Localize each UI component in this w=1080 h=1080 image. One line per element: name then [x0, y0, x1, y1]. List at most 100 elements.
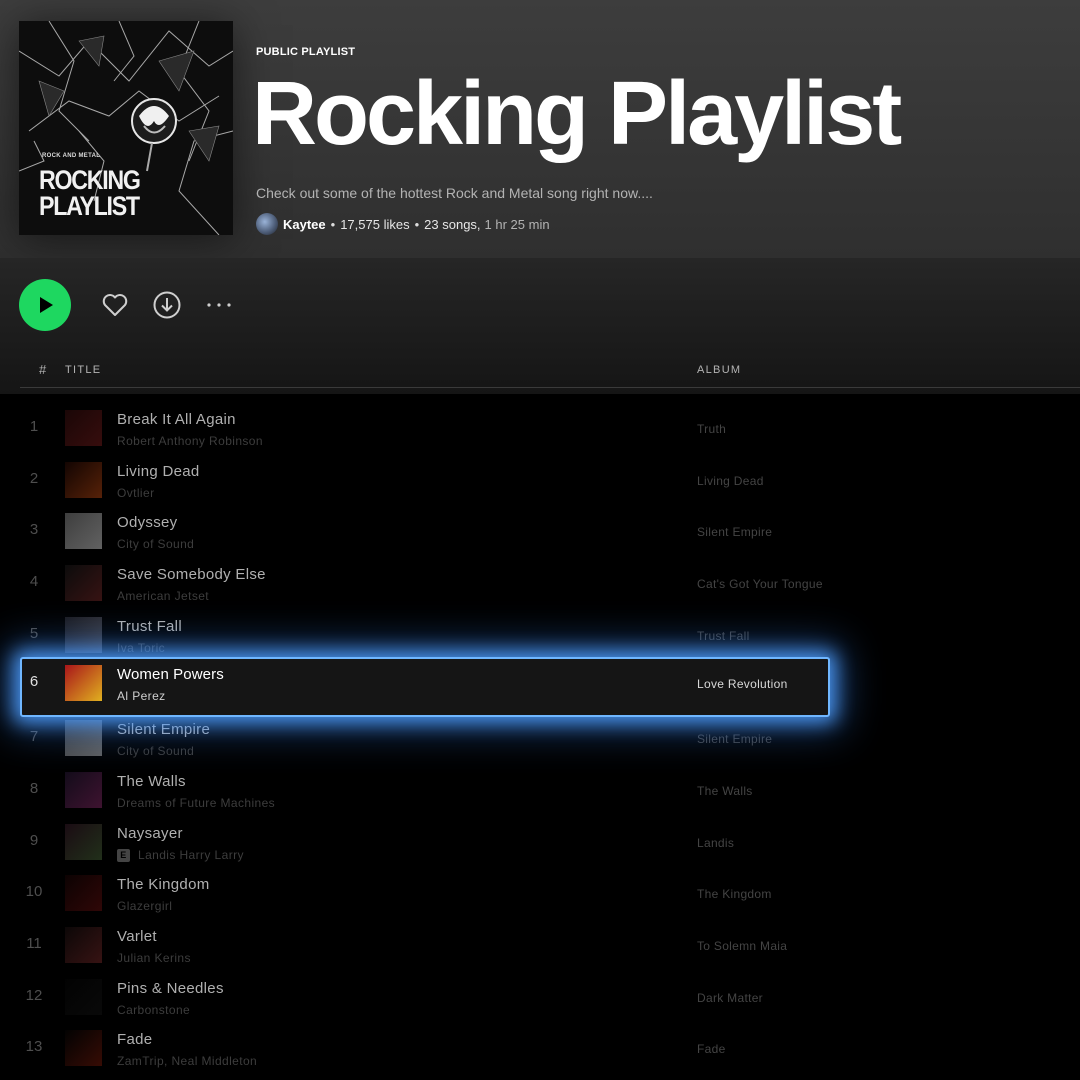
track-title[interactable]: Living Dead [117, 463, 200, 480]
track-row[interactable]: 11 Varlet Julian Kerins To Solemn Maia [20, 919, 830, 971]
play-button[interactable] [19, 279, 71, 331]
track-artist[interactable]: Dreams of Future Machines [117, 796, 275, 810]
track-artist[interactable]: Julian Kerins [117, 951, 191, 965]
track-album[interactable]: Living Dead [697, 474, 764, 488]
owner-avatar[interactable] [256, 213, 278, 235]
track-artist-name[interactable]: Iva Toric [117, 641, 165, 655]
track-artist-name[interactable]: Glazergirl [117, 899, 172, 913]
track-album-art [65, 979, 102, 1015]
track-artist[interactable]: Glazergirl [117, 899, 172, 913]
track-title[interactable]: Pins & Needles [117, 980, 224, 997]
like-button[interactable] [100, 290, 130, 320]
track-title[interactable]: Odyssey [117, 514, 177, 531]
track-album-art [65, 565, 102, 601]
track-artist[interactable]: Carbonstone [117, 1003, 190, 1017]
track-row[interactable]: 3 Odyssey City of Sound Silent Empire [20, 505, 830, 557]
track-title[interactable]: The Kingdom [117, 876, 210, 893]
track-artist[interactable]: Al Perez [117, 689, 166, 703]
track-artist-name[interactable]: Robert Anthony Robinson [117, 434, 263, 448]
track-artist[interactable]: City of Sound [117, 537, 194, 551]
track-artist-name[interactable]: City of Sound [117, 744, 194, 758]
track-title[interactable]: The Walls [117, 773, 186, 790]
track-album[interactable]: Truth [697, 422, 726, 436]
likes-count: 17,575 likes [340, 216, 410, 232]
track-row[interactable]: 7 Silent Empire City of Sound Silent Empire [20, 712, 830, 764]
track-album-art [65, 410, 102, 446]
track-number: 10 [25, 883, 43, 900]
download-icon [153, 291, 181, 319]
track-row[interactable]: 13 Fade ZamTrip, Neal Middleton Fade [20, 1022, 830, 1074]
track-number: 1 [29, 418, 39, 435]
track-title[interactable]: Save Somebody Else [117, 566, 266, 583]
track-artist[interactable]: Robert Anthony Robinson [117, 434, 263, 448]
track-number: 11 [26, 935, 42, 952]
track-album[interactable]: To Solemn Maia [697, 939, 787, 953]
track-album[interactable]: Silent Empire [697, 525, 772, 539]
track-album-art [65, 617, 102, 653]
meta-separator: • [414, 216, 420, 232]
track-album[interactable]: Landis [697, 836, 734, 850]
track-artist-name[interactable]: Julian Kerins [117, 951, 191, 965]
track-album[interactable]: Dark Matter [697, 991, 763, 1005]
track-artist-name[interactable]: Al Perez [117, 689, 166, 703]
track-title[interactable]: Break It All Again [117, 411, 236, 428]
track-album[interactable]: Silent Empire [697, 732, 772, 746]
column-header-album[interactable]: ALBUM [697, 364, 741, 376]
track-title[interactable]: Trust Fall [117, 618, 182, 635]
track-row[interactable]: 12 Pins & Needles Carbonstone Dark Matter [20, 971, 830, 1023]
track-title[interactable]: Fade [117, 1031, 152, 1048]
track-row[interactable]: 8 The Walls Dreams of Future Machines The W… [20, 764, 830, 816]
track-album[interactable]: Trust Fall [697, 629, 750, 643]
more-options-button[interactable] [204, 290, 234, 320]
track-artist[interactable]: Iva Toric [117, 641, 165, 655]
track-row[interactable]: 1 Break It All Again Robert Anthony Robins… [20, 402, 830, 454]
cover-kicker: ROCK AND METAL [42, 153, 101, 159]
track-artist-name[interactable]: Landis Harry Larry [138, 848, 244, 862]
column-header-title[interactable]: TITLE [65, 364, 101, 376]
track-artist-name[interactable]: Dreams of Future Machines [117, 796, 275, 810]
track-artist[interactable]: Ovtlier [117, 486, 154, 500]
meta-separator: • [330, 216, 336, 232]
track-row[interactable]: 5 Trust Fall Iva Toric Trust Fall [20, 609, 830, 661]
column-header-number: # [39, 362, 47, 377]
track-album[interactable]: Cat's Got Your Tongue [697, 577, 823, 591]
playlist-cover[interactable]: ROCK AND METAL ROCKING PLAYLIST [19, 21, 233, 235]
track-artist[interactable]: City of Sound [117, 744, 194, 758]
track-artist-name[interactable]: ZamTrip, Neal Middleton [117, 1054, 257, 1068]
track-title[interactable]: Women Powers [117, 666, 224, 683]
track-number: 5 [29, 625, 39, 642]
playlist-meta: Kaytee • 17,575 likes • 23 songs, 1 hr 2… [256, 213, 550, 235]
track-artist-name[interactable]: City of Sound [117, 537, 194, 551]
track-row[interactable]: 10 The Kingdom Glazergirl The Kingdom [20, 867, 830, 919]
track-number: 12 [25, 987, 43, 1004]
owner-link[interactable]: Kaytee [283, 217, 326, 232]
track-row[interactable]: 2 Living Dead Ovtlier Living Dead [20, 454, 830, 506]
track-album-art [65, 772, 102, 808]
track-title[interactable]: Naysayer [117, 825, 183, 842]
track-artist-name[interactable]: Ovtlier [117, 486, 154, 500]
track-row[interactable]: 6 Women Powers Al Perez Love Revolution [20, 657, 830, 717]
track-title[interactable]: Varlet [117, 928, 157, 945]
track-row[interactable]: 9 Naysayer E Landis Harry Larry Landis [20, 816, 830, 868]
track-artist[interactable]: American Jetset [117, 589, 209, 603]
track-album-art [65, 665, 102, 701]
songs-count: 23 songs, [424, 216, 481, 232]
track-artist[interactable]: ZamTrip, Neal Middleton [117, 1054, 257, 1068]
play-icon [40, 297, 53, 313]
track-album[interactable]: The Kingdom [697, 887, 772, 901]
track-album[interactable]: Fade [697, 1042, 726, 1056]
track-number: 13 [25, 1038, 43, 1055]
track-row[interactable]: 4 Save Somebody Else American Jetset Cat's … [20, 557, 830, 609]
download-button[interactable] [152, 290, 182, 320]
track-title[interactable]: Silent Empire [117, 721, 210, 738]
track-number: 6 [29, 673, 39, 690]
playlist-header: ROCK AND METAL ROCKING PLAYLIST PUBLIC P… [0, 0, 1080, 258]
cover-title: ROCKING PLAYLIST [39, 165, 141, 221]
track-album[interactable]: Love Revolution [697, 677, 788, 691]
track-album-art [65, 927, 102, 963]
track-artist-name[interactable]: Carbonstone [117, 1003, 190, 1017]
heart-icon [102, 294, 128, 316]
track-artist[interactable]: E Landis Harry Larry [117, 848, 244, 862]
track-artist-name[interactable]: American Jetset [117, 589, 209, 603]
track-album[interactable]: The Walls [697, 784, 753, 798]
